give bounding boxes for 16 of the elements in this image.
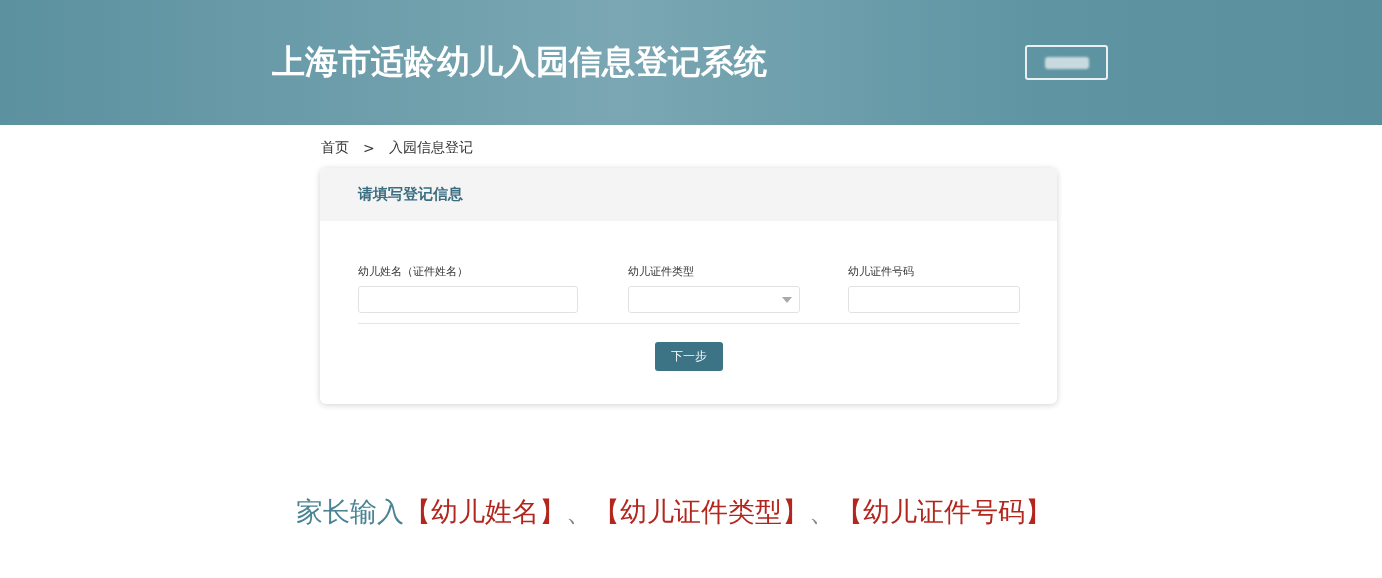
form-title: 请填写登记信息 <box>358 185 463 204</box>
field-label: 幼儿证件号码 <box>848 264 915 279</box>
breadcrumb-item[interactable]: 首页 <box>321 139 349 157</box>
breadcrumb-item[interactable]: 入园信息登记 <box>388 139 473 157</box>
caret-icon <box>782 296 792 303</box>
field-label: 幼儿姓名（证件姓名） <box>358 264 469 279</box>
next-button[interactable]: 下一步 <box>655 342 723 371</box>
header-button[interactable] <box>1025 45 1108 80</box>
field-label: 幼儿证件类型 <box>628 264 695 279</box>
input-field[interactable] <box>848 286 1020 313</box>
caption-text: 家长输入【幼儿姓名】、【幼儿证件类型】、【幼儿证件号码】 <box>296 495 1052 529</box>
input-field[interactable] <box>358 286 578 313</box>
breadcrumb-separator: > <box>363 140 375 156</box>
select-field[interactable] <box>628 286 800 313</box>
site-title: 上海市适龄幼儿入园信息登记系统 <box>272 41 768 83</box>
blurred-label-icon <box>1044 56 1089 69</box>
